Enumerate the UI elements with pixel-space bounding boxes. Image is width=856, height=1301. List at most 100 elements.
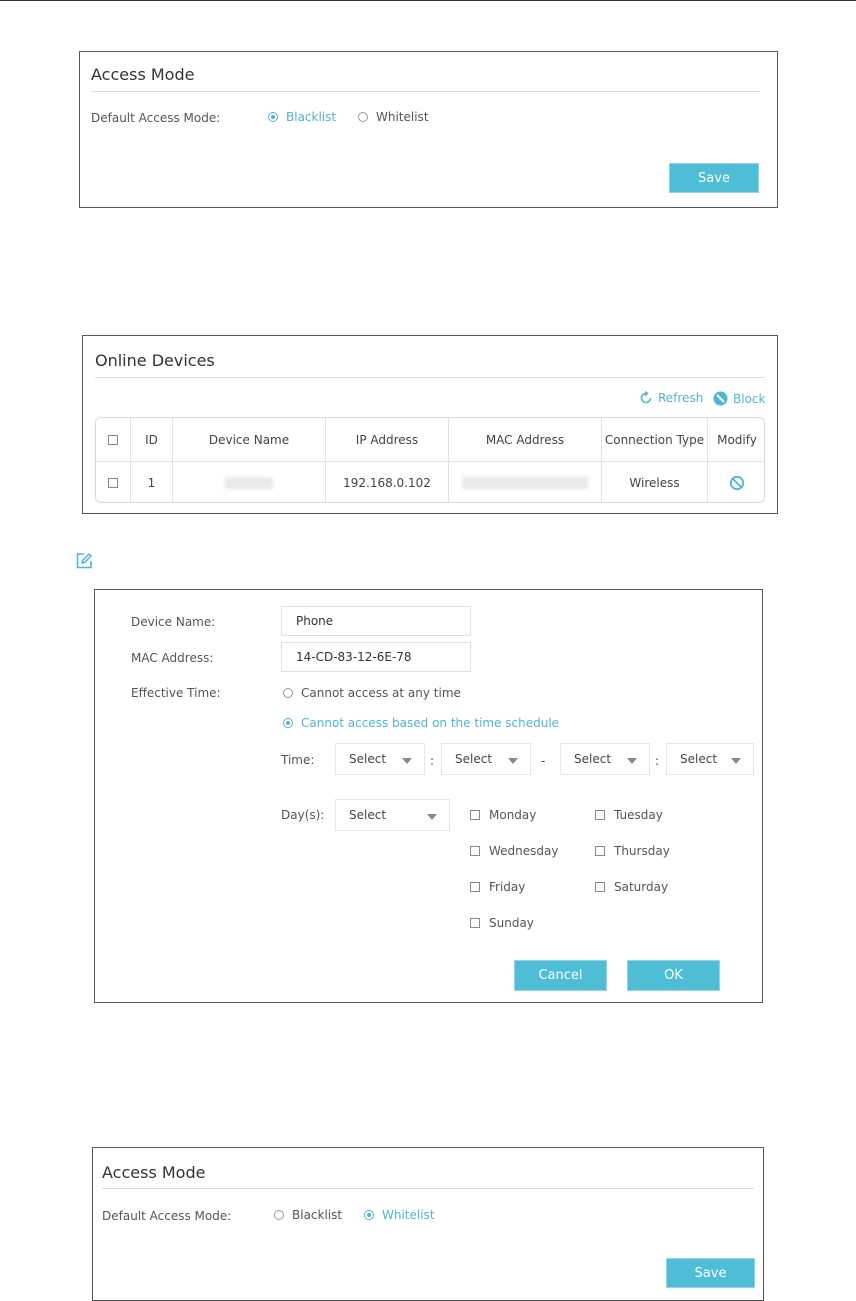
end-hour-select[interactable]: Select	[560, 743, 650, 775]
title-divider	[102, 1188, 754, 1189]
blacklist-radio[interactable]: Blacklist	[268, 110, 336, 124]
day-label: Friday	[489, 880, 526, 894]
cancel-button[interactable]: Cancel	[514, 960, 607, 991]
title-divider	[95, 377, 765, 378]
column-header-device-name: Device Name	[173, 418, 326, 461]
panel-title: Access Mode	[102, 1163, 206, 1182]
chevron-down-icon	[427, 814, 437, 820]
radio-circle	[268, 112, 278, 122]
checkbox[interactable]	[470, 846, 480, 856]
refresh-icon	[640, 391, 652, 404]
days-select[interactable]: Select	[335, 799, 450, 831]
save-button[interactable]: Save	[669, 163, 759, 193]
refresh-button[interactable]: Refresh	[639, 391, 703, 405]
radio-circle	[364, 1210, 374, 1220]
blacklist-radio[interactable]: Blacklist	[274, 1208, 342, 1222]
day-label: Sunday	[489, 916, 534, 930]
days-label: Day(s):	[281, 808, 325, 822]
row-checkbox[interactable]	[108, 478, 118, 488]
radio-label: Cannot access based on the time schedule	[301, 716, 560, 730]
day-label: Thursday	[614, 844, 670, 858]
select-value: Select	[574, 752, 612, 766]
block-label: Block	[733, 391, 766, 406]
block-icon	[713, 391, 728, 406]
devices-table: ID Device Name IP Address MAC Address Co…	[95, 417, 765, 503]
whitelist-radio[interactable]: Whitelist	[364, 1208, 435, 1222]
checkbox[interactable]	[470, 810, 480, 820]
chevron-down-icon	[402, 758, 412, 764]
column-header-mac-address: MAC Address	[449, 418, 602, 461]
day-checkbox-tuesday[interactable]: Tuesday	[595, 808, 663, 822]
row-device-name	[173, 462, 326, 502]
select-value: Select	[680, 752, 718, 766]
redacted-device-name	[225, 477, 273, 489]
default-access-mode-label: Default Access Mode:	[102, 1209, 232, 1223]
page-top-rule	[0, 0, 856, 1]
select-value: Select	[349, 808, 387, 822]
day-checkbox-friday[interactable]: Friday	[470, 880, 525, 894]
end-minute-select[interactable]: Select	[666, 743, 754, 775]
day-checkbox-sunday[interactable]: Sunday	[470, 916, 534, 930]
online-devices-panel: Online Devices Refresh Block ID Device N…	[82, 335, 778, 514]
day-label: Monday	[489, 808, 537, 822]
block-device-icon[interactable]	[729, 475, 745, 491]
cannot-access-any-time-radio[interactable]: Cannot access at any time	[283, 686, 461, 700]
select-all-checkbox[interactable]	[108, 434, 118, 445]
edit-icon[interactable]	[75, 552, 93, 570]
row-mac-address	[449, 462, 602, 502]
time-range-dash: -	[541, 754, 546, 768]
mac-address-label: MAC Address:	[131, 651, 214, 665]
redacted-mac-address	[462, 477, 588, 489]
checkbox[interactable]	[470, 918, 480, 928]
time-separator: :	[655, 754, 660, 768]
radio-label: Blacklist	[292, 1208, 343, 1222]
checkbox[interactable]	[595, 882, 605, 892]
row-checkbox-cell[interactable]	[96, 462, 131, 502]
start-hour-select[interactable]: Select	[335, 743, 425, 775]
checkbox[interactable]	[595, 810, 605, 820]
row-connection-type: Wireless	[602, 462, 708, 502]
refresh-label: Refresh	[658, 391, 704, 405]
default-access-mode-label: Default Access Mode:	[91, 111, 221, 125]
radio-circle	[283, 688, 293, 698]
mac-address-field[interactable]: 14-CD-83-12-6E-78	[281, 642, 471, 672]
radio-circle	[283, 718, 293, 728]
whitelist-radio[interactable]: Whitelist	[358, 110, 429, 124]
access-mode-panel-blacklist: Access Mode Default Access Mode: Blackli…	[79, 51, 778, 208]
ok-button[interactable]: OK	[627, 960, 720, 991]
day-checkbox-saturday[interactable]: Saturday	[595, 880, 668, 894]
select-all-checkbox-cell[interactable]	[96, 418, 131, 461]
day-checkbox-thursday[interactable]: Thursday	[595, 844, 670, 858]
radio-label: Whitelist	[376, 110, 429, 124]
access-mode-panel-whitelist: Access Mode Default Access Mode: Blackli…	[92, 1147, 764, 1301]
checkbox[interactable]	[595, 846, 605, 856]
chevron-down-icon	[508, 758, 518, 764]
checkbox[interactable]	[470, 882, 480, 892]
row-id: 1	[131, 462, 173, 502]
device-name-label: Device Name:	[131, 615, 216, 629]
column-header-modify: Modify	[717, 432, 757, 447]
start-minute-select[interactable]: Select	[441, 743, 531, 775]
row-modify-cell[interactable]	[708, 462, 764, 502]
radio-circle	[358, 112, 368, 122]
day-label: Wednesday	[489, 844, 559, 858]
cannot-access-time-schedule-radio[interactable]: Cannot access based on the time schedule	[283, 716, 559, 730]
row-ip-address: 192.168.0.102	[326, 462, 449, 502]
day-label: Saturday	[614, 880, 669, 894]
column-header-connection-type: Connection Type	[602, 418, 708, 461]
chevron-down-icon	[731, 758, 741, 764]
radio-circle	[274, 1210, 284, 1220]
panel-title: Access Mode	[91, 65, 195, 84]
device-name-field[interactable]: Phone	[281, 606, 471, 636]
edit-device-panel: Device Name: Phone MAC Address: 14-CD-83…	[94, 589, 763, 1003]
block-button[interactable]: Block	[713, 391, 765, 406]
effective-time-label: Effective Time:	[131, 686, 221, 700]
select-value: Select	[455, 752, 493, 766]
radio-label: Cannot access at any time	[301, 686, 461, 700]
day-checkbox-wednesday[interactable]: Wednesday	[470, 844, 558, 858]
save-button[interactable]: Save	[666, 1258, 755, 1288]
title-divider	[91, 91, 760, 92]
time-separator: :	[430, 754, 435, 768]
day-checkbox-monday[interactable]: Monday	[470, 808, 536, 822]
radio-label: Whitelist	[382, 1208, 435, 1222]
